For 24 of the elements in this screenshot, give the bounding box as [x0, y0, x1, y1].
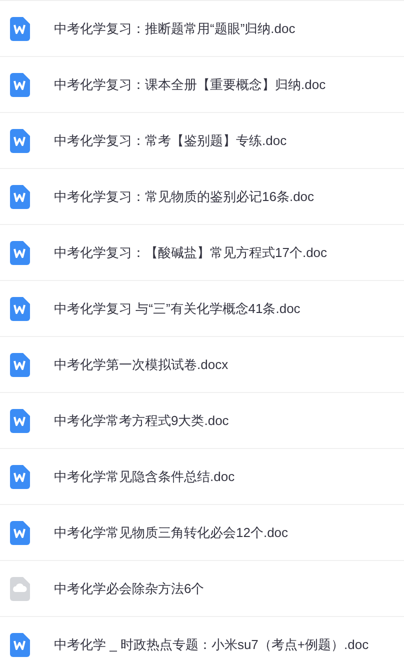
word-document-icon — [10, 72, 30, 96]
word-document-icon — [10, 296, 30, 320]
file-name[interactable]: 中考化学复习：常见物质的鉴别必记16条.doc — [54, 186, 314, 206]
file-name[interactable]: 中考化学常见物质三角转化必会12个.doc — [54, 522, 288, 542]
file-name[interactable]: 中考化学复习 与“三”有关化学概念41条.doc — [54, 298, 300, 318]
word-document-icon — [10, 128, 30, 152]
file-name[interactable]: 中考化学复习：【酸碱盐】常见方程式17个.doc — [54, 242, 328, 262]
cloud-file-icon — [10, 576, 30, 600]
word-document-icon — [10, 16, 30, 40]
file-name[interactable]: 中考化学常考方程式9大类.doc — [54, 410, 229, 430]
word-document-icon — [10, 352, 30, 376]
file-name[interactable]: 中考化学第一次模拟试卷.docx — [54, 354, 228, 374]
word-document-icon — [10, 240, 30, 264]
file-name[interactable]: 中考化学常见隐含条件总结.doc — [54, 466, 235, 486]
word-document-icon — [10, 408, 30, 432]
word-document-icon — [10, 464, 30, 488]
file-name[interactable]: 中考化学复习：课本全册【重要概念】归纳.doc — [54, 74, 326, 94]
file-name[interactable]: 中考化学复习：推断题常用“题眼”归纳.doc — [54, 18, 296, 38]
file-name[interactable]: 中考化学 _ 时政热点专题：小米su7（考点+例题）.doc — [54, 634, 369, 654]
word-document-icon — [10, 632, 30, 656]
file-name[interactable]: 中考化学必会除杂方法6个 — [54, 578, 204, 598]
file-name[interactable]: 中考化学复习：常考【鉴别题】专练.doc — [54, 130, 287, 150]
word-document-icon — [10, 184, 30, 208]
word-document-icon — [10, 520, 30, 544]
